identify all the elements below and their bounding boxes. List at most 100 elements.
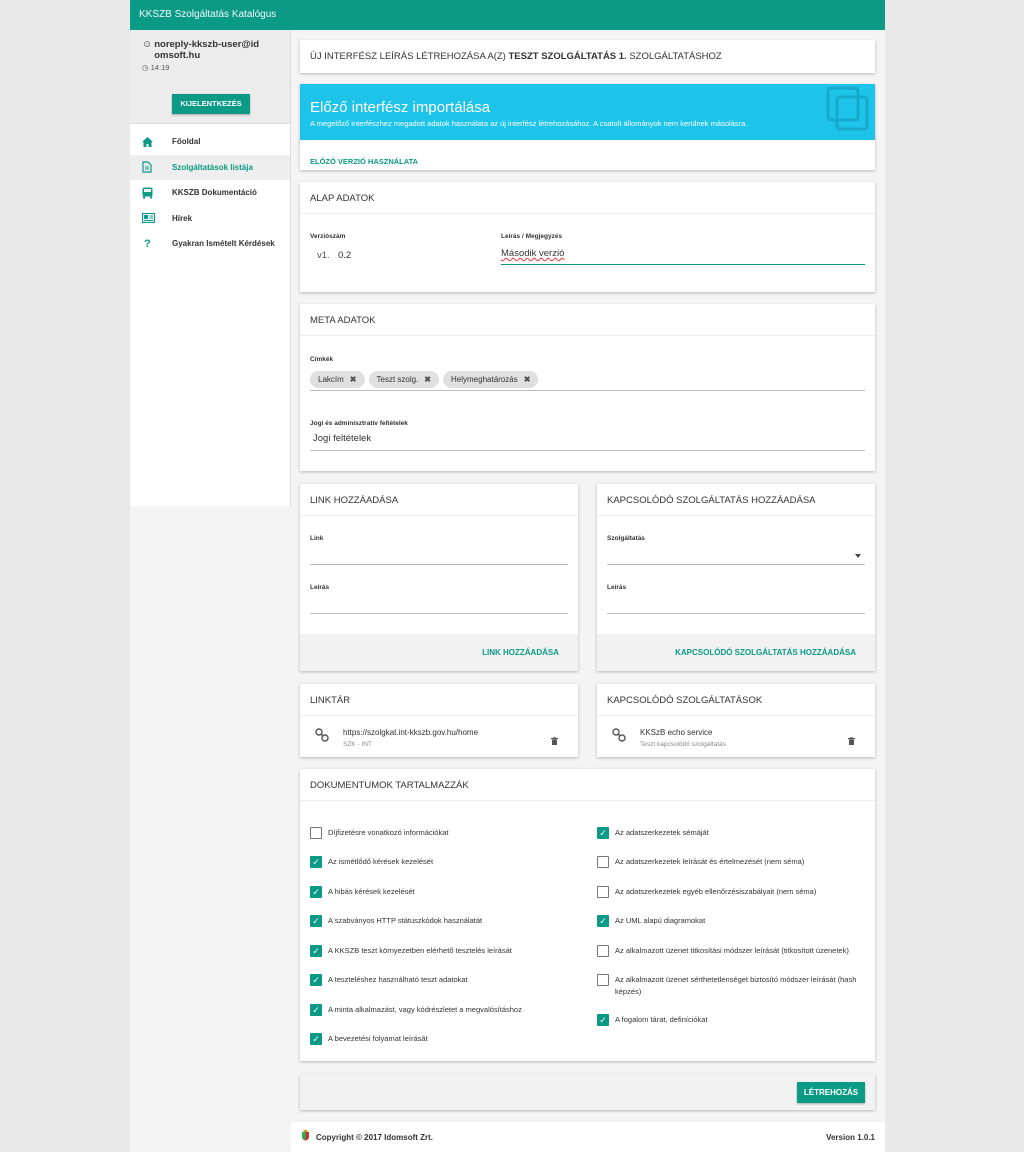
- add-related-service-button[interactable]: KAPCSOLÓDÓ SZOLGÁLTATÁS HOZZÁADÁSA: [675, 648, 856, 657]
- tag-chip: Helymeghatározás ✖: [443, 371, 539, 388]
- page-header-card: ÚJ INTERFÉSZ LEÍRÁS LÉTREHOZÁSA A(Z) TES…: [300, 40, 875, 73]
- checkbox-label: Az alkalmazott üzenet sérthetetlenséget …: [615, 975, 857, 996]
- submit-card: LÉTREHOZÁS: [300, 1074, 875, 1110]
- link-library-title: LINKTÁR: [300, 684, 578, 716]
- checkbox-row[interactable]: Díjfizetésre vonatkozó információkat: [310, 827, 572, 839]
- checkbox-row[interactable]: Az alkalmazott üzenet titkosítási módsze…: [597, 945, 859, 957]
- delete-link-icon[interactable]: [551, 732, 558, 750]
- user-icon: ☺: [142, 39, 153, 50]
- sidebar: ☺ noreply-kkszb-user@idomsoft.hu ◷ 14:19…: [130, 30, 291, 506]
- top-bar: KKSZB Szolgáltatás Katalógus: [130, 0, 885, 30]
- create-button[interactable]: LÉTREHOZÁS: [797, 1082, 865, 1103]
- import-banner: Előző interfész importálása A megelőző i…: [300, 84, 875, 140]
- checkbox-checked[interactable]: ✓: [597, 827, 609, 839]
- service-chain-icon: [612, 728, 626, 747]
- link-item-url[interactable]: https://szolgkat.int-kkszb.gov.hu/home: [343, 728, 478, 737]
- service-select[interactable]: [607, 548, 865, 565]
- tag-chip: Teszt szolg. ✖: [368, 371, 439, 388]
- checkbox-checked[interactable]: ✓: [310, 856, 322, 868]
- sidebar-item-label: Főoldal: [172, 137, 201, 147]
- checkbox-row[interactable]: ✓ A fogalom tárat, definíciókat: [597, 1014, 859, 1026]
- tags-input[interactable]: Lakcím ✖ Teszt szolg. ✖ Helymeghatározás ✖: [310, 369, 865, 391]
- checkbox-row[interactable]: ✓ A szabványos HTTP státuszkódok használa…: [310, 915, 572, 927]
- documents-card: DOKUMENTUMOK TARTALMAZZÁK Díjfizetésre v…: [300, 769, 875, 1061]
- sidebar-item-label: Hírek: [172, 213, 193, 223]
- document-icon: [142, 161, 172, 173]
- description-input[interactable]: Második verzió: [501, 248, 865, 265]
- sidebar-item-services[interactable]: Szolgáltatások listája: [130, 154, 290, 180]
- tags-label: Címkék: [310, 356, 334, 363]
- checkbox-row[interactable]: ✓ A teszteléshez használható teszt adatok…: [310, 974, 572, 986]
- related-services-title: KAPCSOLÓDÓ SZOLGÁLTATÁSOK: [597, 684, 875, 716]
- remove-tag-icon[interactable]: ✖: [524, 375, 531, 384]
- checkbox-checked[interactable]: ✓: [310, 915, 322, 927]
- version-label: Verziószám: [310, 233, 346, 240]
- related-services-card: KAPCSOLÓDÓ SZOLGÁLTATÁSOK KKSzB echo ser…: [597, 684, 875, 757]
- remove-tag-icon[interactable]: ✖: [350, 375, 357, 384]
- checkbox-checked[interactable]: ✓: [310, 1033, 322, 1045]
- checkbox-label: A teszteléshez használható teszt adatoka…: [328, 975, 468, 984]
- page-title-suffix: SZOLGÁLTATÁSHOZ: [626, 51, 722, 62]
- tag-label: Lakcím: [318, 375, 344, 384]
- tag-label: Helymeghatározás: [451, 375, 518, 384]
- delete-related-icon[interactable]: [848, 732, 855, 750]
- checkbox-row[interactable]: Az adatszerkezetek leírását és értelmezé…: [597, 856, 859, 868]
- use-previous-version-link[interactable]: ELŐZŐ VERZIÓ HASZNÁLATA: [310, 157, 418, 166]
- legal-input[interactable]: Jogi feltételek: [310, 433, 865, 451]
- checkbox-label: A fogalom tárat, definíciókat: [615, 1015, 708, 1024]
- dropdown-arrow-icon: [855, 554, 861, 558]
- link-description-input[interactable]: [310, 597, 568, 614]
- import-card: Előző interfész importálása A megelőző i…: [300, 84, 875, 170]
- service-label: Szolgáltatás: [607, 535, 645, 542]
- checkbox-label: Az adatszerkezetek sémáját: [615, 828, 709, 837]
- page-title-service: TESZT SZOLGÁLTATÁS 1.: [508, 51, 627, 62]
- meta-data-title: META ADATOK: [300, 304, 875, 336]
- basic-data-card: ALAP ADATOK Verziószám v1. 0.2 Leírás / …: [300, 182, 875, 292]
- legal-label: Jogi és adminisztratív feltételek: [310, 420, 408, 427]
- link-label: Link: [310, 535, 324, 542]
- checkbox-label: Az UML alapú diagramokat: [615, 916, 706, 925]
- checkbox-unchecked[interactable]: [597, 974, 609, 986]
- add-link-button[interactable]: LINK HOZZÁADÁSA: [482, 648, 559, 657]
- sidebar-item-docs[interactable]: KKSZB Dokumentáció: [130, 180, 290, 206]
- checkbox-unchecked[interactable]: [310, 827, 322, 839]
- sidebar-item-home[interactable]: Főoldal: [130, 129, 290, 155]
- checkbox-checked[interactable]: ✓: [310, 1004, 322, 1016]
- checkbox-row[interactable]: ✓ Az ismétlődő kérések kezelését: [310, 856, 572, 868]
- sidebar-item-faq[interactable]: ? Gyakran Ismételt Kérdések: [130, 231, 290, 257]
- related-add-title: KAPCSOLÓDÓ SZOLGÁLTATÁS HOZZÁADÁSA: [597, 484, 875, 516]
- checkbox-checked[interactable]: ✓: [310, 945, 322, 957]
- checkbox-row[interactable]: Az alkalmazott üzenet sérthetetlenséget …: [597, 974, 859, 998]
- link-item-subtitle: SZK - INT: [343, 741, 372, 748]
- checkbox-unchecked[interactable]: [597, 886, 609, 898]
- checkbox-row[interactable]: ✓ Az adatszerkezetek sémáját: [597, 827, 859, 839]
- related-description-label: Leírás: [607, 584, 627, 591]
- basic-data-title: ALAP ADATOK: [300, 182, 875, 214]
- related-add-card: KAPCSOLÓDÓ SZOLGÁLTATÁS HOZZÁADÁSA Szolg…: [597, 484, 875, 671]
- documents-title: DOKUMENTUMOK TARTALMAZZÁK: [300, 769, 875, 801]
- checkbox-label: Az adatszerkezetek egyéb ellenőrzésiszab…: [615, 887, 817, 896]
- checkbox-row[interactable]: ✓ A bevezetési folyamat leírását: [310, 1033, 572, 1045]
- link-input[interactable]: [310, 548, 568, 565]
- checkbox-label: Az adatszerkezetek leírását és értelmezé…: [615, 857, 805, 866]
- checkbox-checked[interactable]: ✓: [597, 1014, 609, 1026]
- related-item-name[interactable]: KKSzB echo service: [640, 728, 712, 737]
- checkbox-checked[interactable]: ✓: [310, 886, 322, 898]
- checkbox-unchecked[interactable]: [597, 945, 609, 957]
- checkbox-row[interactable]: Az adatszerkezetek egyéb ellenőrzésiszab…: [597, 886, 859, 898]
- checkbox-row[interactable]: ✓ Az UML alapú diagramokat: [597, 915, 859, 927]
- checkbox-label: Díjfizetésre vonatkozó információkat: [328, 828, 449, 837]
- sidebar-item-news[interactable]: Hírek: [130, 206, 290, 232]
- remove-tag-icon[interactable]: ✖: [424, 375, 431, 384]
- link-add-card: LINK HOZZÁADÁSA Link Leírás LINK HOZZÁAD…: [300, 484, 578, 671]
- checkbox-checked[interactable]: ✓: [597, 915, 609, 927]
- checkbox-row[interactable]: ✓ A hibás kérések kezelését: [310, 886, 572, 898]
- checkbox-row[interactable]: ✓ A minta alkalmazást, vagy kódrészletet …: [310, 1004, 572, 1016]
- checkbox-unchecked[interactable]: [597, 856, 609, 868]
- version-input[interactable]: 0.2: [338, 250, 351, 261]
- checkbox-checked[interactable]: ✓: [310, 974, 322, 986]
- logout-button[interactable]: KIJELENTKEZÉS: [172, 94, 250, 114]
- related-description-input[interactable]: [607, 597, 865, 614]
- checkbox-row[interactable]: ✓ A KKSZB teszt környezetben elérhető tes…: [310, 945, 572, 957]
- login-time-value: 14:19: [150, 63, 170, 72]
